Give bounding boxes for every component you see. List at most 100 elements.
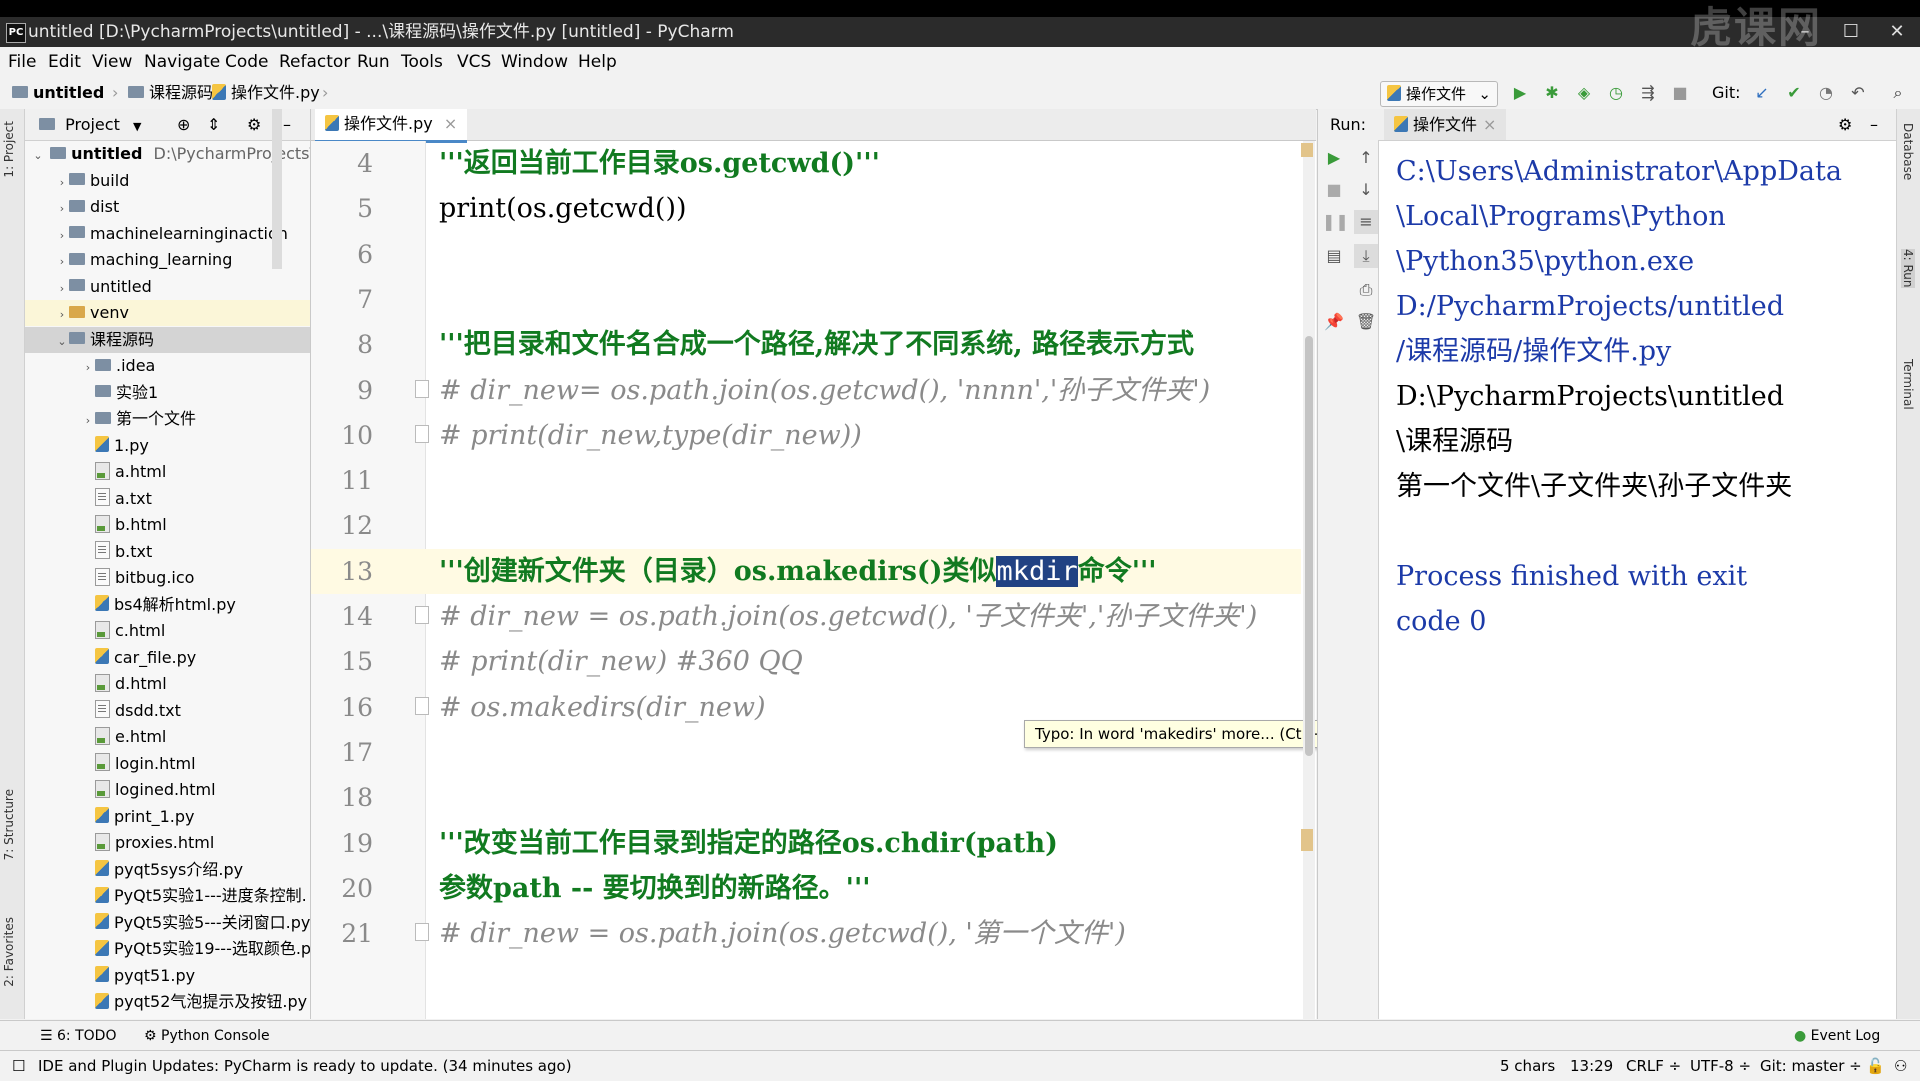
cursor-position[interactable]: 13:29 — [1570, 1051, 1613, 1081]
project-view-select[interactable]: Project — [65, 115, 120, 134]
search-icon[interactable]: ⌕ — [1888, 83, 1908, 103]
hide-panel-icon[interactable]: – — [1870, 109, 1878, 140]
coverage-icon[interactable]: ◈ — [1574, 83, 1594, 103]
hide-panel-icon[interactable]: – — [283, 109, 291, 140]
tool-tab-favorites[interactable]: 2: Favorites — [2, 917, 16, 987]
locate-icon[interactable]: ⊕ — [177, 109, 190, 140]
tool-tab-structure[interactable]: 7: Structure — [2, 789, 16, 860]
down-arrow-icon[interactable]: ↓ — [1354, 178, 1378, 202]
error-stripe-marker[interactable] — [1301, 829, 1313, 851]
chevron-right-icon[interactable]: › — [55, 302, 69, 328]
close-icon[interactable]: × — [444, 114, 457, 133]
scrollbar-thumb[interactable] — [1305, 336, 1313, 756]
tree-item[interactable]: pyqt51.py — [25, 963, 310, 989]
print-icon[interactable]: ⎙ — [1354, 278, 1378, 302]
tree-item[interactable]: 实验1 — [25, 380, 310, 406]
menu-run[interactable]: Run — [357, 47, 390, 77]
tree-item[interactable]: › 第一个文件 — [25, 406, 310, 432]
tool-tab-run[interactable]: 4: Run — [1901, 249, 1915, 288]
profile-icon[interactable]: ◷ — [1606, 83, 1626, 103]
tree-item[interactable]: a.html — [25, 459, 310, 485]
todo-tab[interactable]: ☰ 6: TODO — [40, 1021, 116, 1051]
tree-item[interactable]: car_file.py — [25, 645, 310, 671]
chevron-right-icon[interactable]: › — [55, 249, 69, 275]
editor-tab-active[interactable]: 操作文件.py × — [315, 109, 468, 143]
fold-marker-icon[interactable] — [415, 606, 429, 624]
gear-icon[interactable]: ⚙ — [1838, 109, 1852, 140]
tree-item[interactable]: print_1.py — [25, 804, 310, 830]
layout-icon[interactable]: ▤ — [1322, 244, 1346, 268]
code-line[interactable]: 4 '''返回当前工作目录os.getcwd()''' — [311, 141, 1301, 186]
menu-view[interactable]: View — [92, 47, 132, 77]
code-line[interactable]: 20 参数path -- 要切换到的新路径。''' — [311, 866, 1301, 911]
breadcrumb-file[interactable]: 操作文件.py — [212, 77, 320, 109]
menu-file[interactable]: File — [8, 47, 36, 77]
tool-tab-project[interactable]: 1: Project — [2, 121, 16, 178]
code-line[interactable]: 10 # print(dir_new,type(dir_new)) — [311, 413, 1301, 458]
tree-item[interactable]: PyQt5实验19---选取颜色.p — [25, 936, 310, 962]
tree-item[interactable]: login.html — [25, 751, 310, 777]
tree-item[interactable]: › machinelearninginaction — [25, 221, 310, 247]
tree-item[interactable]: logined.html — [25, 777, 310, 803]
history-icon[interactable]: ◔ — [1816, 83, 1836, 103]
maximize-button[interactable]: ☐ — [1828, 17, 1874, 47]
menu-refactor[interactable]: Refactor — [279, 47, 350, 77]
stop-icon[interactable]: ■ — [1670, 83, 1690, 103]
line-separator[interactable]: CRLF ÷ — [1626, 1051, 1681, 1081]
git-branch[interactable]: Git: master ÷ — [1760, 1051, 1862, 1081]
error-stripe-marker[interactable] — [1301, 143, 1313, 157]
build-icon[interactable]: ⇶ — [1638, 83, 1658, 103]
code-line[interactable]: 12 — [311, 503, 1301, 548]
tree-item[interactable]: proxies.html — [25, 830, 310, 856]
run-tab[interactable]: 操作文件 × — [1384, 109, 1507, 140]
code-line[interactable]: 13 '''创建新文件夹（目录）os.makedirs()类似mkdir命令''' — [311, 548, 1301, 594]
chevron-down-icon[interactable]: ▼ — [133, 120, 141, 133]
tree-item[interactable]: › build — [25, 168, 310, 194]
menu-help[interactable]: Help — [578, 47, 617, 77]
project-scrollbar[interactable] — [272, 109, 282, 269]
chevron-right-icon[interactable]: › — [81, 408, 95, 434]
code-line[interactable]: 5 print(os.getcwd()) — [311, 186, 1301, 231]
run-configuration-select[interactable]: 操作文件 ⌄ — [1380, 81, 1498, 107]
tree-item[interactable]: › dist — [25, 194, 310, 220]
menu-navigate[interactable]: Navigate — [144, 47, 220, 77]
code-line[interactable]: 9 # dir_new= os.path.join(os.getcwd(), 'n… — [311, 368, 1301, 413]
tree-item[interactable]: › untitled — [25, 274, 310, 300]
fold-marker-icon[interactable] — [415, 379, 429, 398]
pin-icon[interactable]: 📌 — [1322, 310, 1346, 334]
status-message[interactable]: IDE and Plugin Updates: PyCharm is ready… — [38, 1051, 572, 1081]
tree-item[interactable]: PyQt5实验1---进度条控制. — [25, 883, 310, 909]
chevron-right-icon[interactable]: › — [55, 276, 69, 302]
tree-item[interactable]: c.html — [25, 618, 310, 644]
code-line[interactable]: 21 # dir_new = os.path.join(os.getcwd(), … — [311, 911, 1301, 956]
fold-marker-icon[interactable] — [415, 424, 429, 443]
tree-item[interactable]: 1.py — [25, 433, 310, 459]
tool-tab-database[interactable]: Database — [1901, 123, 1915, 180]
fold-marker-icon[interactable] — [415, 923, 429, 942]
code-line[interactable]: 11 — [311, 458, 1301, 503]
tree-item[interactable]: › .idea — [25, 353, 310, 379]
event-log-tab[interactable]: ● Event Log — [1794, 1021, 1880, 1051]
gear-icon[interactable]: ⚙ — [247, 109, 261, 140]
code-line[interactable]: 7 — [311, 277, 1301, 322]
tree-item[interactable]: dsdd.txt — [25, 698, 310, 724]
code-area[interactable]: 4 '''返回当前工作目录os.getcwd()''' 5 print(os.getc… — [311, 141, 1301, 1019]
tree-item[interactable]: › maching_learning — [25, 247, 310, 273]
code-line[interactable]: 6 — [311, 232, 1301, 277]
chevron-right-icon[interactable]: › — [55, 196, 69, 222]
minimize-button[interactable]: – — [1782, 17, 1828, 47]
chevron-down-icon[interactable]: ⌄ — [55, 329, 69, 355]
pause-icon[interactable]: ❚❚ — [1322, 210, 1349, 234]
vcs-update-icon[interactable]: ↙ — [1752, 83, 1772, 103]
menu-window[interactable]: Window — [501, 47, 568, 77]
rerun-icon[interactable]: ▶ — [1322, 146, 1346, 170]
close-button[interactable]: ✕ — [1874, 17, 1920, 47]
fold-marker-icon[interactable] — [415, 696, 429, 715]
run-console-output[interactable]: C:\Users\Administrator\AppData \Local\Pr… — [1396, 149, 1886, 644]
trash-icon[interactable]: 🗑 — [1354, 310, 1378, 334]
menu-code[interactable]: Code — [225, 47, 269, 77]
menu-tools[interactable]: Tools — [401, 47, 443, 77]
chevron-right-icon[interactable]: › — [55, 223, 69, 249]
tree-item[interactable]: d.html — [25, 671, 310, 697]
run-icon[interactable]: ▶ — [1510, 83, 1530, 103]
